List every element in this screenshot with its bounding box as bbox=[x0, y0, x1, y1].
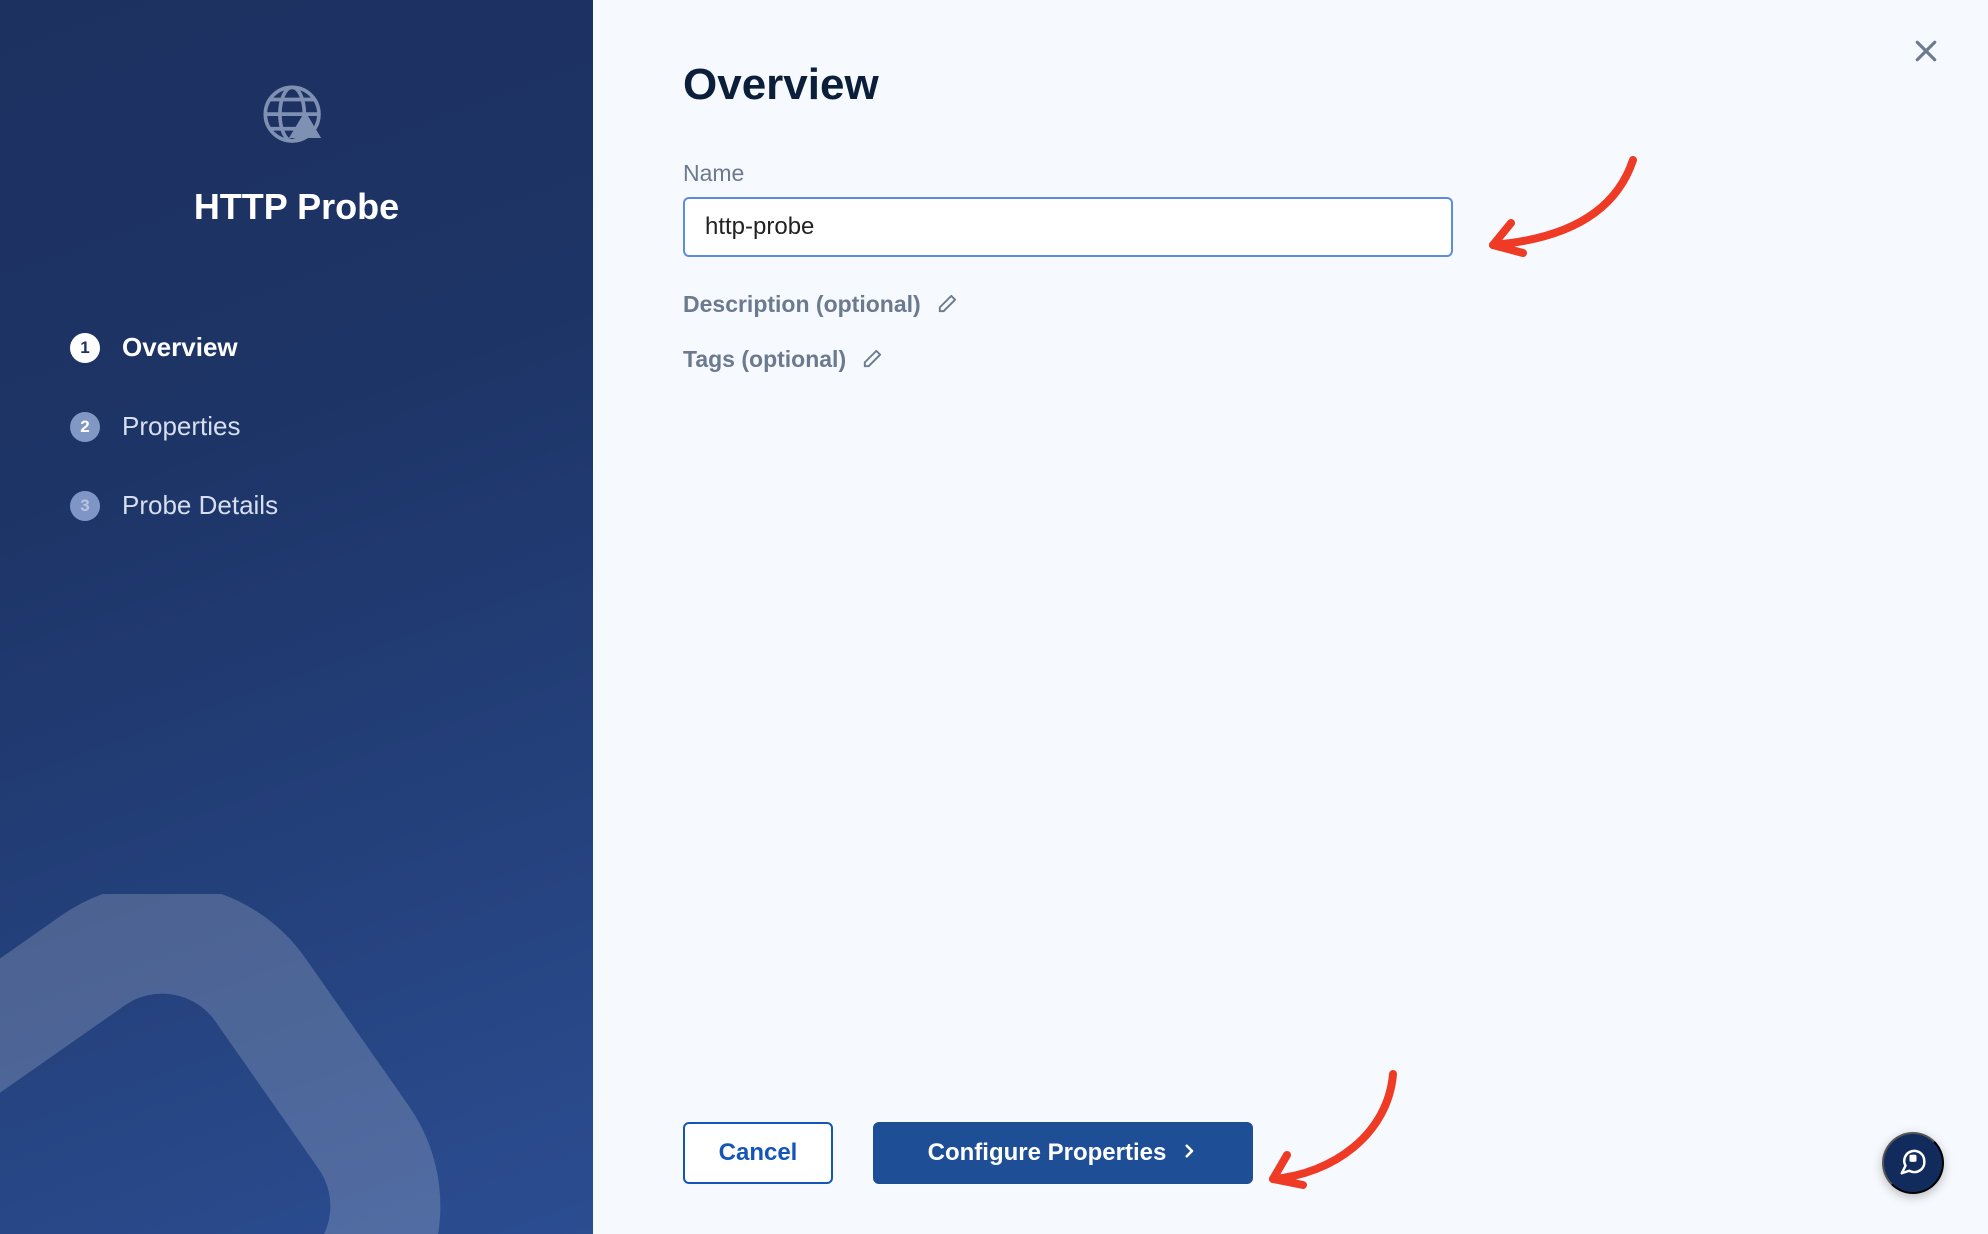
wizard-sidebar: HTTP Probe 1 Overview 2 Properties 3 Pro… bbox=[0, 0, 593, 1234]
step-properties[interactable]: 2 Properties bbox=[70, 387, 523, 466]
help-button[interactable]: ? bbox=[1882, 1132, 1944, 1194]
main-panel: Overview Name Description (optional) Tag… bbox=[593, 0, 1988, 1234]
name-field: Name bbox=[683, 160, 1453, 257]
svg-text:?: ? bbox=[1911, 1155, 1915, 1162]
help-chat-icon: ? bbox=[1898, 1147, 1928, 1180]
sidebar-decoration bbox=[0, 894, 570, 1234]
wizard-footer: Cancel Configure Properties bbox=[683, 1122, 1253, 1184]
page-title: Overview bbox=[683, 60, 1898, 110]
annotation-arrow-bottom bbox=[1253, 1064, 1413, 1204]
globe-warning-icon bbox=[258, 80, 336, 158]
step-label: Properties bbox=[122, 411, 241, 442]
cancel-button[interactable]: Cancel bbox=[683, 1122, 833, 1184]
step-badge: 1 bbox=[70, 333, 100, 363]
step-badge: 2 bbox=[70, 412, 100, 442]
cancel-label: Cancel bbox=[719, 1139, 798, 1167]
configure-properties-button[interactable]: Configure Properties bbox=[873, 1122, 1253, 1184]
chevron-right-icon bbox=[1180, 1139, 1198, 1167]
wizard-steps: 1 Overview 2 Properties 3 Probe Details bbox=[0, 308, 593, 545]
tags-field[interactable]: Tags (optional) bbox=[683, 346, 1898, 373]
step-label: Probe Details bbox=[122, 490, 278, 521]
tags-label: Tags (optional) bbox=[683, 346, 846, 373]
step-overview[interactable]: 1 Overview bbox=[70, 308, 523, 387]
name-label: Name bbox=[683, 160, 1453, 187]
annotation-arrow-top bbox=[1473, 150, 1643, 270]
sidebar-title: HTTP Probe bbox=[194, 186, 399, 228]
step-probe-details[interactable]: 3 Probe Details bbox=[70, 466, 523, 545]
step-label: Overview bbox=[122, 332, 238, 363]
close-icon bbox=[1911, 36, 1941, 69]
next-label: Configure Properties bbox=[928, 1139, 1167, 1167]
step-badge: 3 bbox=[70, 491, 100, 521]
edit-icon bbox=[860, 348, 883, 371]
close-button[interactable] bbox=[1904, 30, 1948, 74]
description-label: Description (optional) bbox=[683, 291, 921, 318]
edit-icon bbox=[935, 293, 958, 316]
name-input[interactable] bbox=[683, 197, 1453, 257]
description-field[interactable]: Description (optional) bbox=[683, 291, 1898, 318]
